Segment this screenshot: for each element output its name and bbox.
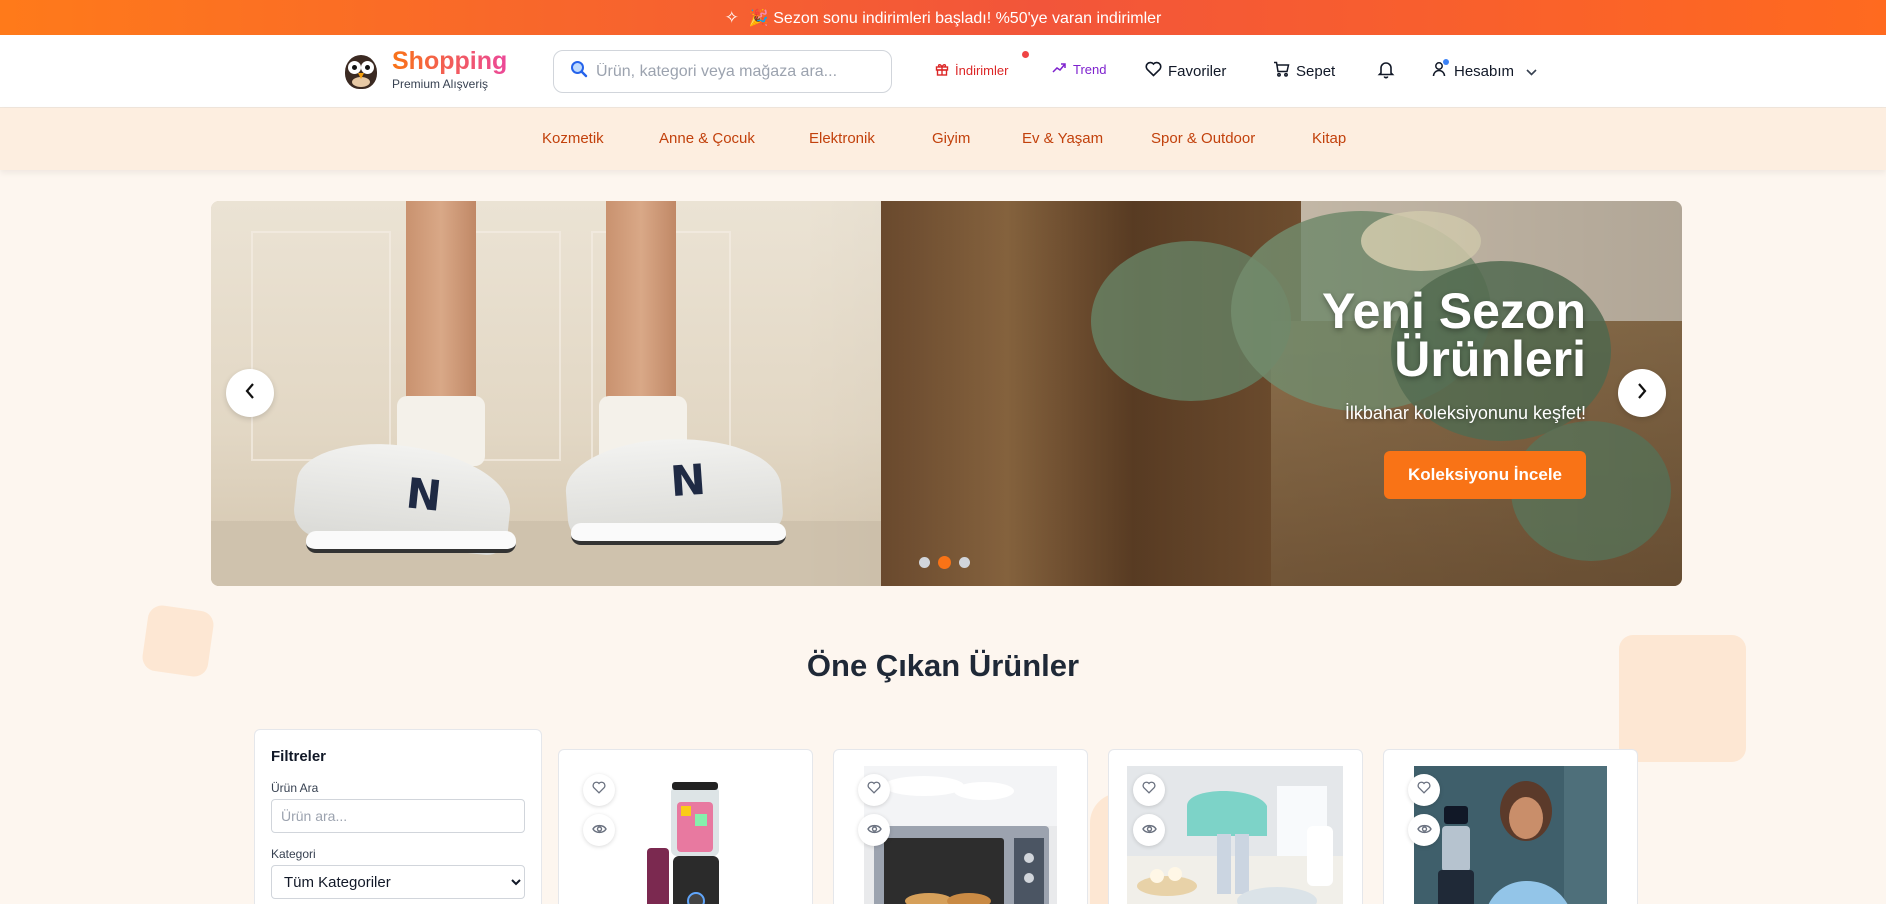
heart-icon	[592, 781, 606, 799]
notifications-button[interactable]	[1377, 60, 1395, 83]
owl-logo-icon	[340, 49, 382, 91]
product-image	[1414, 766, 1607, 904]
cart-icon	[1273, 61, 1290, 81]
brand-name: Shopping	[392, 47, 508, 75]
trend-label: Trend	[1073, 62, 1107, 77]
explore-collection-button[interactable]: Koleksiyonu İncele	[1384, 451, 1586, 499]
category-link-kitap[interactable]: Kitap	[1312, 130, 1346, 147]
account-status-dot	[1443, 59, 1449, 65]
category-link-giyim[interactable]: Giyim	[932, 130, 970, 147]
add-to-favorites-button[interactable]	[858, 774, 890, 806]
search-icon	[570, 60, 588, 83]
category-link-ev-yasam[interactable]: Ev & Yaşam	[1022, 130, 1103, 147]
search-input[interactable]	[596, 62, 866, 81]
cart-link[interactable]: Sepet	[1273, 61, 1335, 81]
heart-icon	[867, 781, 881, 799]
add-to-favorites-button[interactable]	[1408, 774, 1440, 806]
trending-up-icon	[1052, 62, 1067, 77]
category-link-kozmetik[interactable]: Kozmetik	[542, 130, 604, 147]
category-label: Kategori	[271, 847, 316, 861]
eye-icon	[1141, 821, 1157, 839]
category-link-elektronik[interactable]: Elektronik	[809, 130, 875, 147]
product-card[interactable]	[1383, 749, 1638, 904]
filters-panel: Filtreler Ürün Ara Kategori Tüm Kategori…	[254, 729, 542, 904]
favorites-label: Favoriler	[1168, 62, 1227, 80]
hero-subtitle: İlkbahar koleksiyonunu keşfet!	[1344, 403, 1586, 423]
eye-icon	[866, 821, 882, 839]
search-box[interactable]	[553, 50, 892, 93]
carousel-dot[interactable]	[919, 557, 930, 568]
sparkle-icon: ✧	[724, 7, 739, 27]
promo-text: 🎉 Sezon sonu indirimleri başladı! %50'ye…	[748, 9, 1162, 27]
category-nav: Kozmetik Anne & Çocuk Elektronik Giyim E…	[0, 108, 1886, 170]
add-to-favorites-button[interactable]	[583, 774, 615, 806]
hero-carousel: N N Yeni Sezon Ürünleri İlkbahar koleksi…	[211, 201, 1682, 586]
quick-view-button[interactable]	[583, 814, 615, 846]
product-card[interactable]	[1108, 749, 1363, 904]
promo-banner: ✧ 🎉 Sezon sonu indirimleri başladı! %50'…	[0, 0, 1886, 35]
bell-icon	[1377, 60, 1395, 83]
chevron-down-icon	[1526, 63, 1537, 80]
section-title: Öne Çıkan Ürünler	[806, 648, 1080, 683]
carousel-dot-active[interactable]	[938, 556, 951, 569]
logo-link[interactable]: Shopping Premium Alışveriş	[340, 48, 507, 91]
heart-icon	[1142, 781, 1156, 799]
deals-label: İndirimler	[955, 63, 1009, 78]
product-image	[864, 766, 1057, 904]
favorites-link[interactable]: Favoriler	[1145, 61, 1226, 81]
quick-view-button[interactable]	[1408, 814, 1440, 846]
carousel-prev-button[interactable]	[226, 369, 274, 417]
heart-icon	[1145, 61, 1162, 81]
product-card[interactable]	[833, 749, 1088, 904]
gift-icon	[935, 62, 949, 79]
deals-notification-dot	[1022, 51, 1029, 58]
deals-link[interactable]: İndirimler	[935, 62, 1008, 79]
carousel-indicators	[919, 556, 970, 569]
category-link-spor-outdoor[interactable]: Spor & Outdoor	[1151, 130, 1255, 147]
chevron-left-icon	[244, 382, 256, 405]
product-search-label: Ürün Ara	[271, 781, 319, 795]
category-select[interactable]: Tüm Kategoriler	[271, 865, 525, 899]
quick-view-button[interactable]	[1133, 814, 1165, 846]
hero-title: Yeni Sezon Ürünleri	[1322, 283, 1586, 387]
trend-link[interactable]: Trend	[1052, 62, 1106, 77]
product-search-input[interactable]	[271, 799, 525, 833]
category-link-anne-cocuk[interactable]: Anne & Çocuk	[659, 130, 755, 147]
heart-icon	[1417, 781, 1431, 799]
product-image	[589, 766, 782, 904]
chevron-right-icon	[1636, 382, 1648, 405]
product-card[interactable]	[558, 749, 813, 904]
quick-view-button[interactable]	[858, 814, 890, 846]
carousel-dot[interactable]	[959, 557, 970, 568]
cart-label: Sepet	[1296, 62, 1336, 80]
account-label: Hesabım	[1454, 62, 1515, 80]
brand-tagline: Premium Alışveriş	[392, 77, 489, 91]
carousel-next-button[interactable]	[1618, 369, 1666, 417]
filters-title: Filtreler	[271, 748, 327, 765]
eye-icon	[591, 821, 607, 839]
eye-icon	[1416, 821, 1432, 839]
add-to-favorites-button[interactable]	[1133, 774, 1165, 806]
